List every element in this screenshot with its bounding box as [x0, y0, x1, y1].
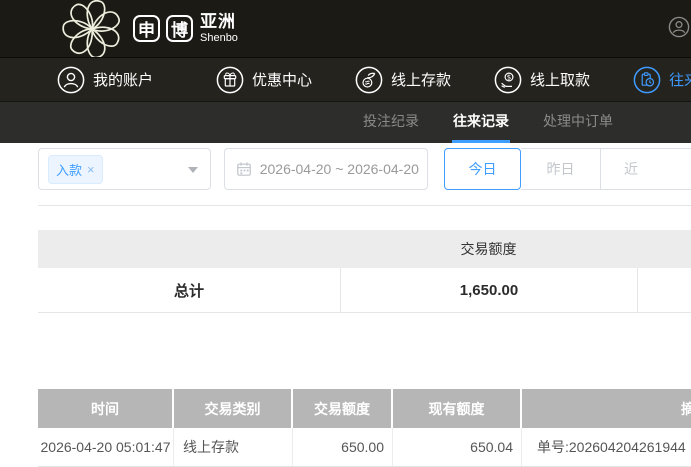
column-header-time: 时间 — [38, 389, 174, 428]
brand-logo[interactable]: 申 博 亚洲 Shenbo — [55, 0, 238, 57]
logo-characters: 申 博 — [133, 15, 193, 42]
cell-balance: 650.04 — [393, 428, 522, 466]
tab-transaction-records[interactable]: 往来记录 — [452, 102, 510, 143]
chevron-down-icon — [187, 167, 198, 173]
nav-item-label: 线上取款 — [530, 72, 591, 89]
svg-text:$: $ — [507, 73, 511, 81]
cell-type: 线上存款 — [174, 428, 293, 466]
summary-table: 交易额度 总计 1,650.00 — [38, 230, 691, 313]
recent-days-button[interactable]: 近 — [601, 148, 691, 190]
column-header-remark: 摘要 — [522, 389, 691, 428]
records-icon — [633, 66, 661, 93]
tag-label: 入款 — [56, 162, 83, 178]
nav-item-my-account[interactable]: 我的账户 — [57, 66, 153, 94]
deposit-icon — [355, 66, 383, 93]
summary-table-header: 交易额度 — [38, 230, 691, 268]
total-empty-cell — [637, 268, 691, 312]
nav-item-label: 我的账户 — [93, 72, 154, 89]
flower-logo-icon — [62, 0, 120, 57]
nav-item-label: 往来记录 — [669, 72, 691, 89]
user-account[interactable]: h — [668, 16, 691, 38]
calendar-icon — [236, 162, 251, 176]
summary-header-amount: 交易额度 — [460, 241, 517, 257]
summary-total-row: 总计 1,650.00 — [38, 268, 691, 313]
user-avatar-icon — [668, 16, 689, 38]
quick-date-buttons: 今日 昨日 近 — [444, 148, 691, 190]
cell-amount: 650.00 — [293, 428, 393, 466]
records-table-header: 时间 交易类别 交易额度 现有额度 摘要 — [38, 389, 691, 428]
date-range-input[interactable]: 2026-04-20 ~ 2026-04-20 — [223, 148, 428, 190]
gift-icon — [216, 66, 244, 93]
brand-header: 申 博 亚洲 Shenbo h — [0, 0, 691, 57]
total-label: 总计 — [173, 282, 204, 300]
nav-item-online-deposit[interactable]: 线上存款 — [355, 66, 451, 94]
logo-char-box: 申 — [133, 15, 160, 42]
selected-type-tag: 入款 × — [48, 154, 103, 184]
withdraw-icon: $ — [494, 66, 522, 93]
table-row: 2026-04-20 05:01:47 线上存款 650.00 650.04 单… — [38, 428, 691, 467]
yesterday-button[interactable]: 昨日 — [521, 148, 601, 190]
column-header-amount: 交易额度 — [293, 389, 393, 428]
tab-betting-records[interactable]: 投注纪录 — [362, 102, 420, 143]
logo-char-box: 博 — [166, 15, 193, 42]
nav-item-label: 优惠中心 — [252, 72, 313, 89]
transaction-type-select[interactable]: 入款 × — [38, 148, 211, 190]
nav-item-label: 线上存款 — [391, 72, 452, 89]
main-navigation: 我的账户 优惠中心 线上存款 $ 线上取款 往 — [0, 57, 691, 101]
brand-subtitle: Shenbo — [200, 32, 238, 44]
cell-time: 2026-04-20 05:01:47 — [38, 428, 174, 466]
tag-close-icon[interactable]: × — [87, 163, 95, 176]
section-divider — [38, 205, 691, 206]
nav-item-online-withdraw[interactable]: $ 线上取款 — [494, 66, 590, 94]
column-header-type: 交易类别 — [174, 389, 293, 428]
total-amount: 1,650.00 — [340, 268, 637, 312]
nav-item-transaction-records[interactable]: 往来记录 — [633, 66, 691, 94]
filter-row: 入款 × 2026-04-20 ~ 2026-04-20 今日 昨日 近 — [38, 148, 691, 190]
today-button[interactable]: 今日 — [444, 148, 521, 190]
account-icon — [57, 66, 85, 93]
cell-remark: 单号:202604204261944 — [537, 439, 686, 455]
brand-region-label: 亚洲 — [200, 12, 236, 31]
record-tabs: 投注纪录 往来记录 处理中订单 — [0, 101, 691, 143]
date-range-value: 2026-04-20 ~ 2026-04-20 — [259, 161, 419, 177]
records-table: 时间 交易类别 交易额度 现有额度 摘要 2026-04-20 05:01:47… — [38, 389, 691, 467]
column-header-balance: 现有额度 — [393, 389, 522, 428]
tab-pending-orders[interactable]: 处理中订单 — [542, 102, 614, 143]
nav-item-promotions[interactable]: 优惠中心 — [216, 66, 312, 94]
